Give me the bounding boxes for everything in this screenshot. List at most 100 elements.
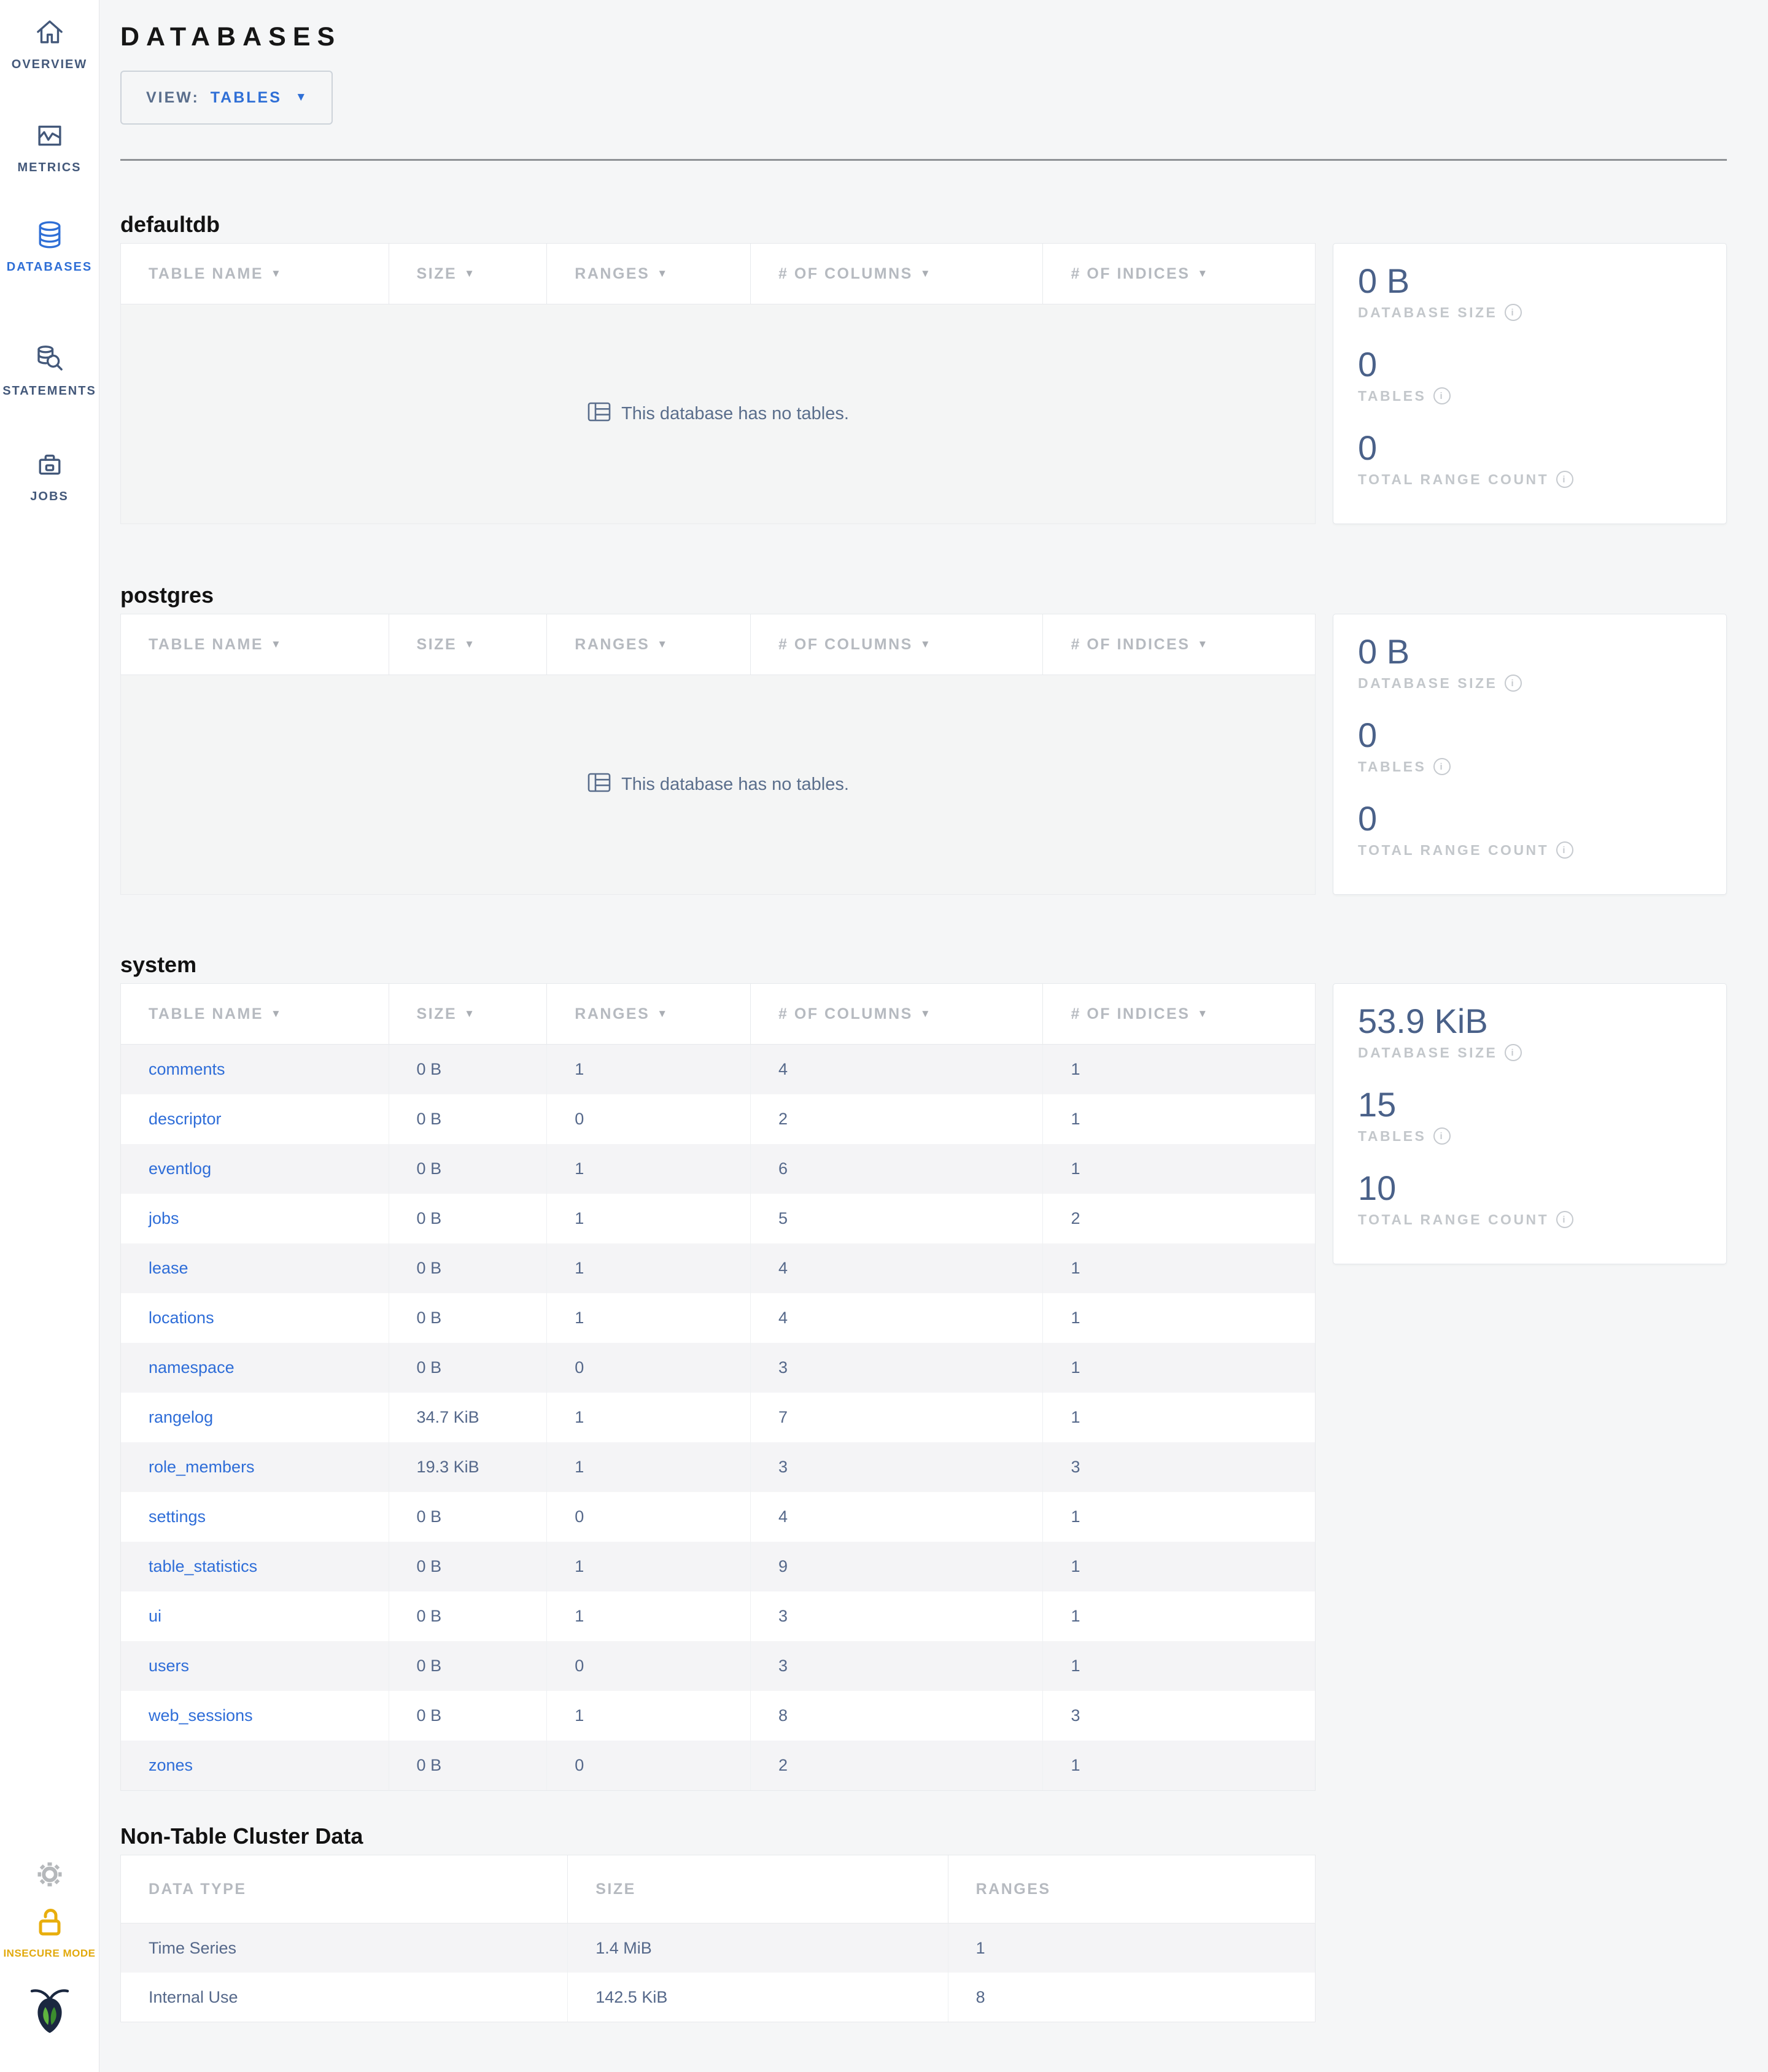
info-icon[interactable]: i [1556,1211,1574,1228]
table-name-link[interactable]: users [149,1656,189,1676]
table-name-cell: descriptor [121,1094,389,1144]
column-header-indices[interactable]: # OF INDICES ▼ [1043,614,1315,675]
table-cell: 1 [547,1243,751,1293]
table-cell: 1 [1071,1060,1080,1078]
sidebar-item-statements[interactable]: STATEMENTS [0,342,99,398]
sidebar-item-overview[interactable]: OVERVIEW [0,16,99,72]
settings-button[interactable] [0,1858,99,1893]
column-header-indices[interactable]: # OF INDICES ▼ [1043,984,1315,1044]
view-dropdown[interactable]: VIEW: TABLES ▼ [120,71,333,125]
table-cell: 4 [751,1243,1044,1293]
sort-desc-icon: ▼ [271,1008,283,1019]
column-header-table-name[interactable]: TABLE NAME ▼ [121,614,389,675]
table-name-link[interactable]: eventlog [149,1159,211,1178]
info-icon[interactable]: i [1433,387,1451,404]
table-row: descriptor 0 B02 1 [121,1094,1315,1144]
database-stats-card: 53.9 KiB DATABASE SIZE i 15 TABLES i 10 TO… [1333,983,1727,1264]
table-name-cell: locations [121,1293,389,1343]
tables-count-value: 0 [1358,345,1378,384]
table-name-cell: ui [121,1591,389,1641]
table-name-link[interactable]: comments [149,1060,225,1079]
table-cell: 0 [547,1641,751,1691]
column-header-ranges[interactable]: RANGES ▼ [547,244,751,304]
table-name-link[interactable]: zones [149,1756,193,1775]
table-name-cell: web_sessions [121,1691,389,1741]
table-row: table_statistics 0 B191 [121,1542,1315,1591]
sidebar-item-metrics[interactable]: METRICS [0,119,99,175]
column-header-columns[interactable]: # OF COLUMNS ▼ [751,244,1044,304]
table-name-cell: role_members [121,1442,389,1492]
info-icon[interactable]: i [1556,471,1574,488]
table-name-cell: settings [121,1492,389,1542]
table-cell: 19.3 KiB [389,1442,548,1492]
table-cell: 1 [1071,1656,1080,1675]
insecure-mode-indicator[interactable]: INSECURE MODE [0,1904,99,1960]
column-header-columns[interactable]: # OF COLUMNS ▼ [751,984,1044,1044]
column-header-size[interactable]: SIZE ▼ [389,244,548,304]
table-row: rangelog 34.7 KiB 1 7 1 [121,1393,1315,1442]
column-header-ranges[interactable]: RANGES ▼ [547,984,751,1044]
table-cell: 1 [1071,1507,1080,1526]
column-header-table-name[interactable]: TABLE NAME ▼ [121,984,389,1044]
info-icon[interactable]: i [1505,1044,1522,1061]
column-header-columns[interactable]: # OF COLUMNS ▼ [751,614,1044,675]
table-name-link[interactable]: table_statistics [149,1557,257,1576]
column-header-ranges[interactable]: RANGES ▼ [547,614,751,675]
column-header-indices[interactable]: # OF INDICES ▼ [1043,244,1315,304]
table-name-cell: comments [121,1045,389,1094]
table-cell: 3 [1071,1706,1080,1725]
sidebar-item-databases[interactable]: DATABASES [0,218,99,274]
info-icon[interactable]: i [1505,675,1522,692]
info-icon[interactable]: i [1433,1127,1451,1145]
info-icon[interactable]: i [1556,841,1574,859]
column-header-table-name[interactable]: TABLE NAME ▼ [121,244,389,304]
table-cell: 3 [1071,1458,1080,1476]
info-icon[interactable]: i [1505,304,1522,321]
table-cell: 1 [975,1938,985,1957]
non-table-cluster-data-section: Non-Table Cluster Data DATA TYPE SIZE RA… [120,1823,1727,2022]
sidebar-item-label: METRICS [17,161,82,174]
table-name-link[interactable]: rangelog [149,1408,213,1427]
range-count-label: TOTAL RANGE COUNT [1358,841,1549,858]
table-cell: 8 [751,1691,1044,1741]
data-type-cell: Internal Use [121,1973,568,2022]
table-name-link[interactable]: descriptor [149,1110,222,1129]
table-name-link[interactable]: web_sessions [149,1706,253,1725]
table-cell: 0 B [389,1542,548,1591]
view-dropdown-value: TABLES [210,88,282,106]
table-cell: 1 [547,1691,751,1741]
column-header-ranges: RANGES [975,1880,1051,1898]
sidebar-item-jobs[interactable]: JOBS [0,448,99,504]
insecure-mode-label: INSECURE MODE [3,1947,96,1959]
sort-desc-icon: ▼ [1197,1008,1209,1019]
table-row: web_sessions 0 B18 3 [121,1691,1315,1741]
table-cell: 3 [751,1343,1044,1393]
table-name-cell: namespace [121,1343,389,1393]
table-name-link[interactable]: jobs [149,1209,179,1228]
table-cell: 7 [751,1393,1044,1442]
table-name-link[interactable]: namespace [149,1358,235,1377]
data-type-cell: Time Series [121,1923,568,1973]
table-cell: 1 [1071,1110,1080,1128]
info-icon[interactable]: i [1433,758,1451,775]
table-name-cell: rangelog [121,1393,389,1442]
page-title: DATABASES [120,22,342,52]
table-name-link[interactable]: ui [149,1607,161,1626]
table-cell: 1 [547,1591,751,1641]
table-cell: 1 [547,1442,751,1492]
database-size-value: 0 B [1358,261,1410,300]
table-name-link[interactable]: settings [149,1507,206,1526]
empty-table-icon [587,772,611,798]
table-cell: 0 [547,1094,751,1144]
database-size-value: 53.9 KiB [1358,1002,1488,1040]
table-cell: 2 [751,1741,1044,1790]
column-header-size[interactable]: SIZE ▼ [389,984,548,1044]
table-header-row: TABLE NAME ▼ SIZE ▼ RANGES ▼ # OF COLUMNS ▼ … [120,614,1316,675]
table-header-row: DATA TYPE SIZE RANGES [120,1855,1316,1923]
table-row: namespace 0 B03 1 [121,1343,1315,1393]
view-dropdown-label: VIEW: [146,88,200,106]
column-header-size[interactable]: SIZE ▼ [389,614,548,675]
table-name-link[interactable]: locations [149,1309,214,1328]
table-name-link[interactable]: lease [149,1259,188,1278]
table-name-link[interactable]: role_members [149,1458,255,1477]
